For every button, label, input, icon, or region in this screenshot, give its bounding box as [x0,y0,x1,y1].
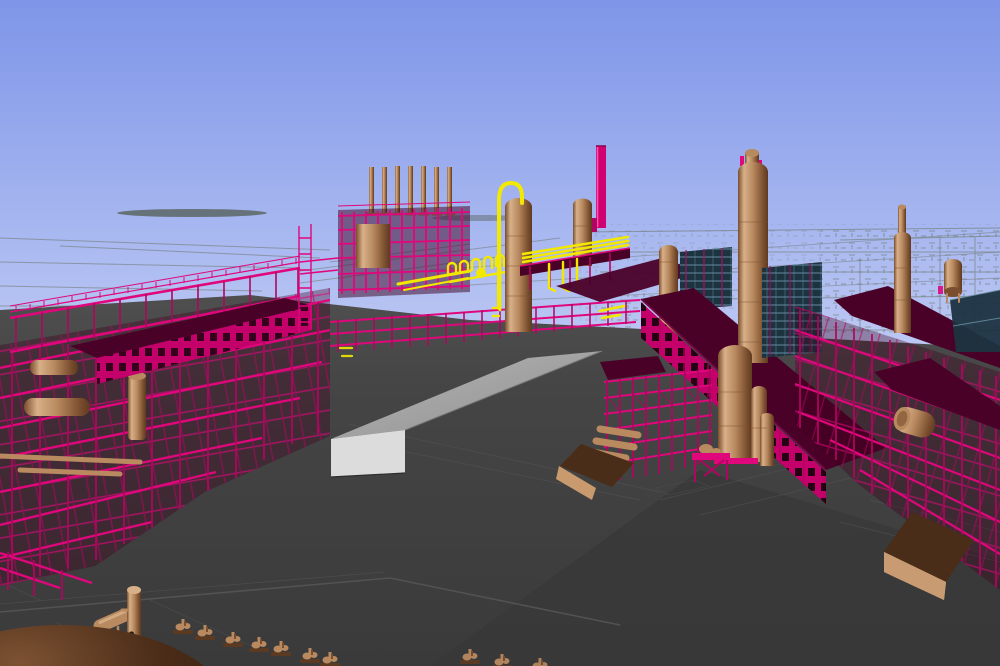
plant-3d-scene[interactable] [0,0,1000,666]
heater-body [356,224,390,268]
model-viewport-3d[interactable] [0,0,1000,666]
slate-roofs [950,290,1000,352]
